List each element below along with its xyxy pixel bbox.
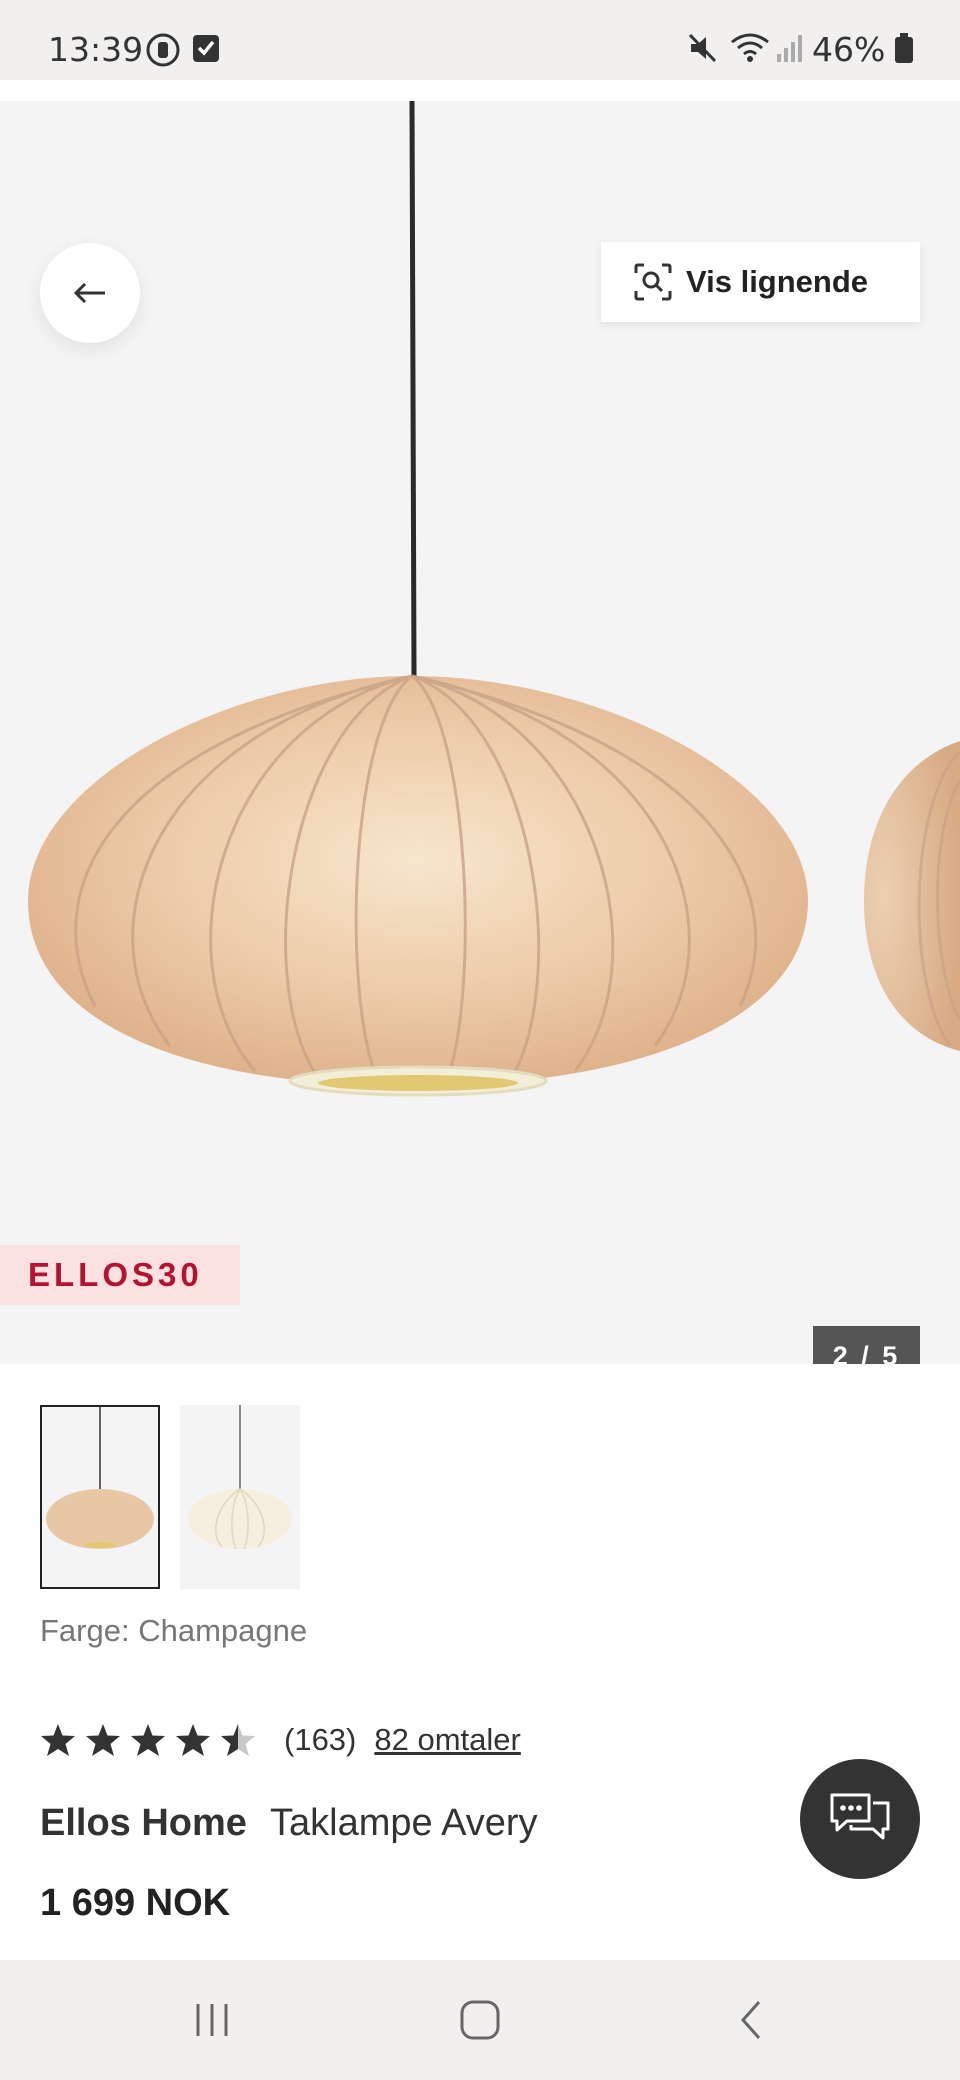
- star-full-icon: [86, 1724, 120, 1756]
- status-time: 13:39: [48, 30, 144, 69]
- thumbnail-white[interactable]: [180, 1405, 300, 1589]
- rating-count: (163): [284, 1722, 357, 1757]
- star-full-icon: [41, 1724, 75, 1756]
- product-brand[interactable]: Ellos Home: [40, 1802, 247, 1845]
- mute-icon: [688, 33, 717, 63]
- back-nav-button[interactable]: [720, 1990, 780, 2050]
- image-counter: 2 / 5: [813, 1326, 920, 1364]
- recent-apps-icon: [196, 2004, 228, 2036]
- signal-icon: [777, 35, 802, 62]
- show-similar-button[interactable]: Vis lignende: [601, 242, 920, 322]
- home-icon: [460, 2000, 500, 2040]
- star-full-icon: [176, 1724, 210, 1756]
- rating-row: (163) 82 omtaler: [40, 1718, 521, 1762]
- promo-code: ELLOS30: [28, 1256, 203, 1293]
- back-button[interactable]: [40, 243, 140, 343]
- back-icon: [740, 2001, 761, 2039]
- thumbnail-champagne[interactable]: [40, 1405, 160, 1589]
- visual-search-icon: [634, 263, 672, 301]
- star-full-icon: [131, 1724, 165, 1756]
- arrow-left-icon: [73, 282, 105, 304]
- color-label: Farge: Champagne: [40, 1613, 308, 1648]
- battery-percent: 46%: [812, 30, 886, 69]
- thumbnail-image: [46, 1407, 154, 1549]
- wifi-icon: [731, 33, 769, 62]
- chat-button[interactable]: [800, 1759, 920, 1879]
- promo-badge: ELLOS30: [0, 1245, 240, 1305]
- system-nav-bar: [0, 1960, 960, 2080]
- battery-icon: [895, 33, 913, 63]
- screen-record-icon: [146, 33, 180, 67]
- product-price: 1 699 NOK: [40, 1882, 231, 1924]
- star-half-icon: [221, 1724, 255, 1756]
- thumbnail-image: [188, 1405, 292, 1550]
- product-image-gallery[interactable]: Vis lignende 2 / 5: [0, 101, 960, 1364]
- recent-apps-button[interactable]: [182, 1990, 242, 2050]
- check-box-icon: [193, 35, 219, 62]
- product-name: Taklampe Avery: [270, 1802, 538, 1844]
- chat-icon: [830, 1793, 890, 1840]
- star-rating: [41, 1724, 255, 1756]
- status-bar: 13:39 46%: [0, 0, 960, 80]
- show-similar-label: Vis lignende: [686, 264, 869, 299]
- reviews-link[interactable]: 82 omtaler: [374, 1722, 520, 1758]
- home-button[interactable]: [450, 1990, 510, 2050]
